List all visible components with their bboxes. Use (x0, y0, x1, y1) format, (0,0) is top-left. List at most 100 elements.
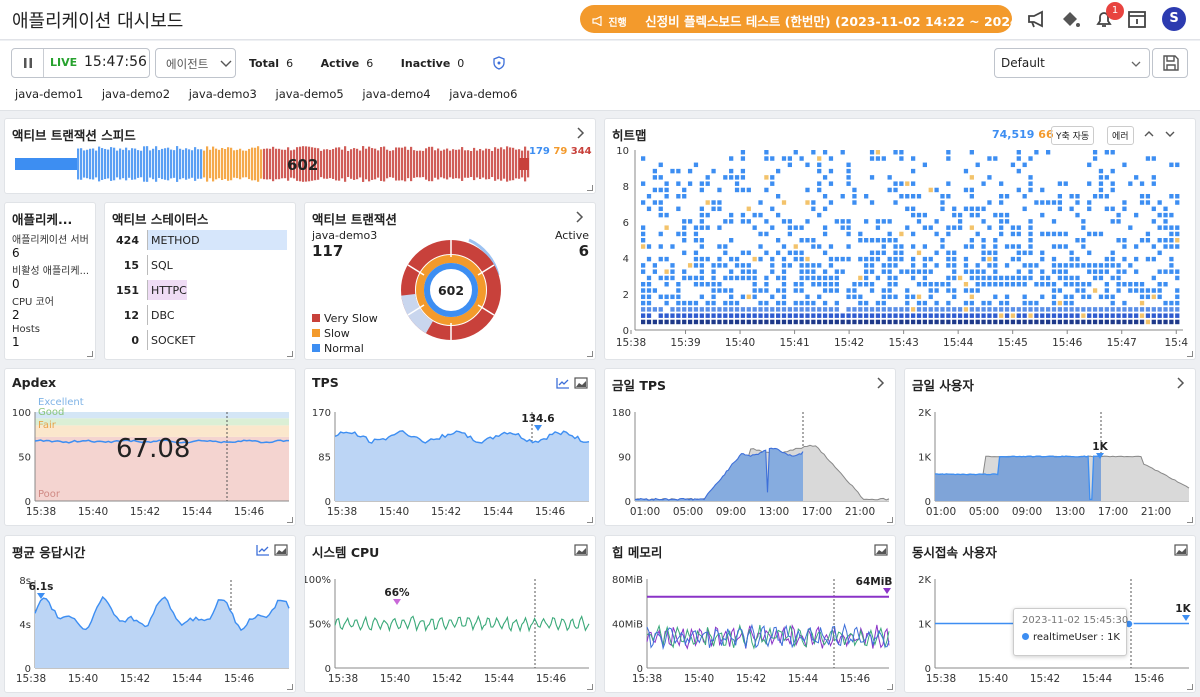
heatmap-chart[interactable]: 10 8 6 4 2 015:38 15:39 15:40 15:41 15:42 15:43 15:… (605, 119, 1196, 360)
heatmap-cell (693, 307, 699, 312)
speed-bar-tick (161, 148, 164, 180)
today-users-chart[interactable]: 2K1K001:00 05:00 09:00 13:00 17:00 21:001K (905, 369, 1196, 526)
today-tps-chart[interactable]: 18090001:00 05:00 09:00 13:00 17:00 21:00 (605, 369, 896, 526)
agent-item[interactable]: java-demo1 (15, 87, 83, 101)
heatmap-cell (963, 307, 969, 312)
heatmap-cell (781, 200, 787, 205)
heatmap-cell (993, 313, 998, 318)
heatmap-cell (934, 219, 939, 224)
heatmap-cell (1157, 319, 1162, 325)
heatmap-cell (711, 319, 716, 325)
x-tick-label: 15:38 (26, 506, 56, 518)
status-row-sql[interactable]: 15 SQL (111, 255, 291, 275)
y-tick-label: 80MiB (612, 575, 643, 586)
agent-select-button[interactable]: 에이전트 (155, 48, 236, 78)
heatmap-cell (981, 219, 986, 224)
heatmap-cell (717, 206, 722, 212)
heatmap-cell (905, 181, 910, 186)
pause-button[interactable] (12, 49, 44, 77)
resize-handle[interactable] (287, 351, 293, 357)
x-tick-label: 15:42 (432, 673, 462, 685)
status-row-dbc[interactable]: 12 DBC (111, 305, 291, 325)
system-cpu-chart[interactable]: 100%50%015:38 15:40 15:42 15:44 15:4666% (305, 536, 596, 693)
heatmap-cell (641, 181, 646, 186)
heatmap-cell (875, 256, 881, 262)
resize-handle[interactable] (587, 684, 593, 690)
heatmap-cell (934, 231, 939, 237)
status-row-socket[interactable]: 0 SOCKET (111, 330, 291, 350)
status-row-httpc[interactable]: 151 HTTPC (111, 280, 291, 300)
announcement-icon[interactable] (1026, 8, 1048, 30)
heatmap-cell (869, 200, 875, 205)
resize-handle[interactable] (287, 684, 293, 690)
x-tick-label: 15:44 (483, 506, 514, 518)
heatmap-cell (1163, 313, 1168, 318)
heatmap-cell (858, 231, 863, 237)
resize-handle[interactable] (1187, 517, 1193, 523)
heatmap-cell (1163, 300, 1168, 306)
x-tick-label: 15:46 (1052, 337, 1083, 349)
preset-select[interactable]: Default (994, 48, 1150, 78)
resize-handle[interactable] (587, 351, 593, 357)
speed-bar-tick (419, 150, 422, 178)
resize-handle[interactable] (1187, 684, 1193, 690)
heatmap-cell (852, 307, 857, 312)
heatmap-cell (729, 288, 734, 293)
heatmap-cell (1157, 225, 1162, 230)
heatmap-cell (770, 294, 775, 300)
donut-legend: Very Slow Slow Normal (312, 311, 378, 356)
heatmap-cell (1098, 194, 1104, 199)
agent-item[interactable]: java-demo4 (362, 87, 430, 101)
response-time-chart[interactable]: 8s4s015:38 15:40 15:42 15:44 15:466.1s (5, 536, 296, 693)
heatmap-cell (981, 206, 986, 212)
heatmap-cell (799, 156, 804, 161)
agent-item[interactable]: java-demo6 (449, 87, 517, 101)
speed-bar-tick (236, 149, 239, 179)
resize-handle[interactable] (287, 517, 293, 523)
user-avatar[interactable]: S (1162, 7, 1186, 31)
today-users-panel: 금일 사용자 2K 1K 0 01:00 05:00 09:00 13:00 17:00 21:… (904, 368, 1196, 526)
heatmap-cell (705, 181, 710, 186)
heatmap-cell (805, 263, 810, 268)
heatmap-cell (852, 282, 857, 287)
resize-handle[interactable] (87, 351, 93, 357)
resize-handle[interactable] (887, 517, 893, 523)
heatmap-cell (1034, 150, 1039, 155)
notice-banner[interactable]: 진행 신정비 플렉스보드 테스트 (한번만) (2023-11-02 14:22… (580, 5, 1012, 33)
heatmap-cell (758, 300, 763, 306)
document-icon[interactable] (1126, 8, 1148, 30)
heatmap-cell (799, 300, 804, 306)
resize-handle[interactable] (587, 185, 593, 191)
agent-item[interactable]: java-demo2 (102, 87, 170, 101)
heap-memory-chart[interactable]: 80MiB40MiB015:38 15:40 15:42 15:44 15:4664Mi… (605, 536, 896, 693)
heatmap-cell (846, 288, 851, 293)
tps-chart[interactable]: 17085015:38 15:40 15:42 15:44 15:46134.6 (305, 369, 596, 526)
heatmap-cell (1063, 275, 1068, 281)
chevron-right-icon[interactable] (575, 211, 585, 223)
heatmap-cell (1046, 200, 1051, 205)
heatmap-cell (1004, 307, 1010, 312)
resize-handle[interactable] (1187, 351, 1193, 357)
heatmap-cell (1116, 219, 1121, 224)
stat-active-label: Active (320, 57, 360, 70)
heatmap-cell (746, 187, 751, 193)
heatmap-cell (1034, 263, 1039, 268)
heatmap-cell (952, 275, 957, 281)
heatmap-cell (676, 313, 681, 318)
speed-bar-tick (260, 149, 263, 179)
agent-item[interactable]: java-demo3 (189, 87, 257, 101)
heatmap-cell (1075, 282, 1080, 287)
status-row-method[interactable]: 424 METHOD (111, 230, 291, 250)
theme-paint-icon[interactable] (1059, 8, 1081, 30)
heatmap-cell (717, 282, 722, 287)
x-tick-label: 13:00 (759, 506, 789, 518)
resize-handle[interactable] (887, 684, 893, 690)
heatmap-cell (928, 256, 933, 262)
save-button[interactable] (1152, 48, 1188, 78)
shield-icon[interactable] (492, 56, 506, 70)
heatmap-cell (764, 275, 769, 281)
agent-item[interactable]: java-demo5 (276, 87, 344, 101)
heatmap-cell (916, 219, 922, 224)
heatmap-cell (658, 313, 663, 318)
resize-handle[interactable] (587, 517, 593, 523)
